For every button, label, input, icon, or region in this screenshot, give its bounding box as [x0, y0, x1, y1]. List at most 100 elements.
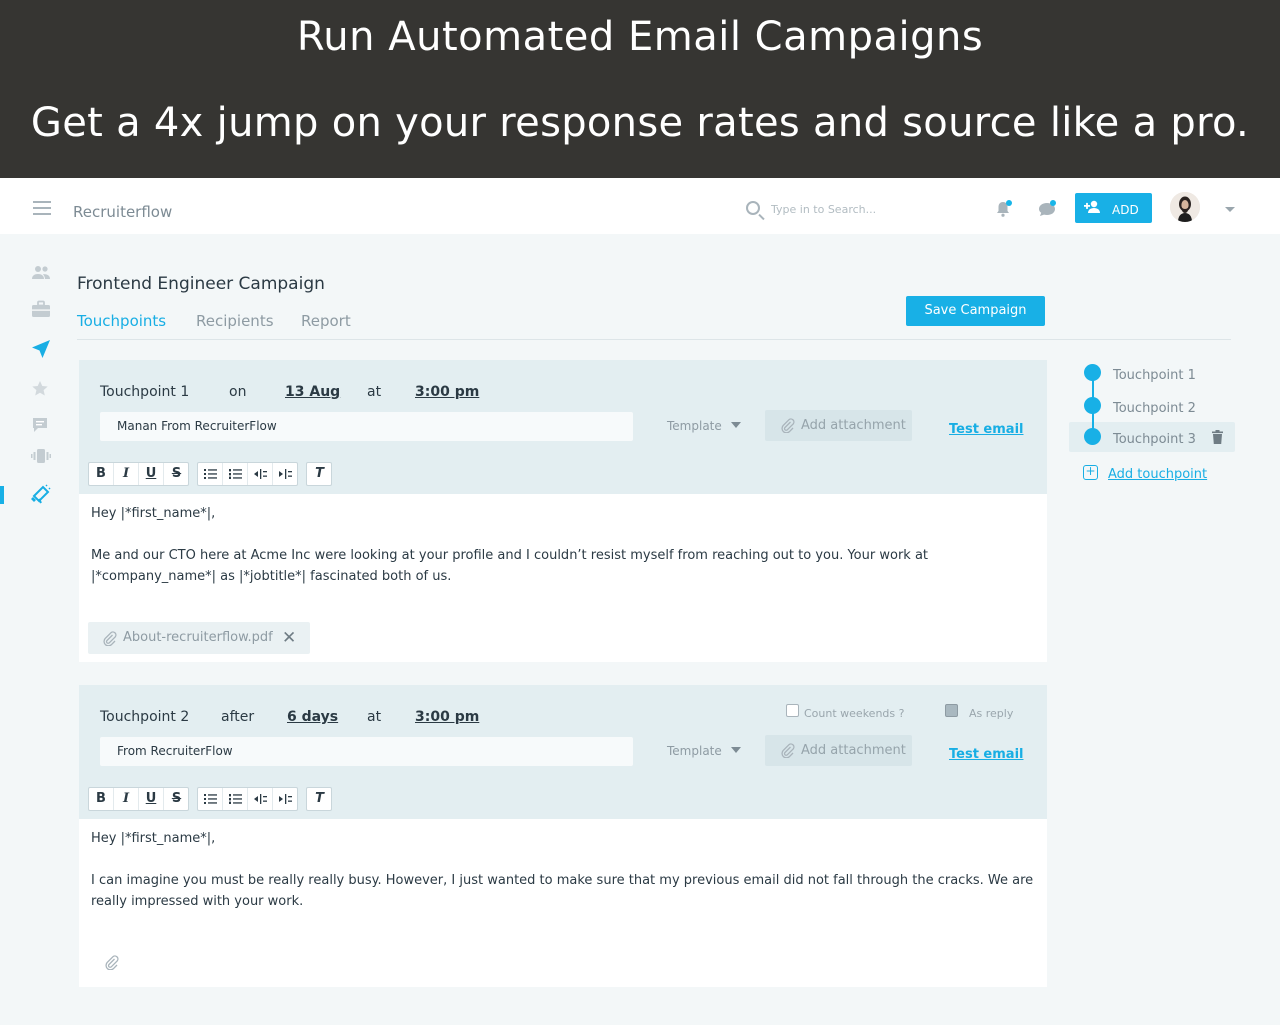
- at-label: at: [367, 709, 382, 725]
- search-box[interactable]: [746, 199, 946, 223]
- messages-icon[interactable]: [1037, 200, 1057, 218]
- tabs-divider: [77, 339, 1231, 340]
- add-button[interactable]: ADD: [1075, 193, 1152, 223]
- add-attachment-label: Add attachment: [801, 743, 906, 758]
- count-weekends-checkbox[interactable]: [786, 704, 799, 717]
- clear-format-group: T: [306, 787, 332, 811]
- hamburger-menu-icon[interactable]: [33, 201, 51, 215]
- schedule-date[interactable]: 13 Aug: [285, 384, 340, 400]
- vibrate-icon[interactable]: [31, 447, 51, 467]
- favorites-star-icon[interactable]: [31, 380, 51, 400]
- schedule-relation: after: [221, 709, 255, 725]
- indent-icon[interactable]: [273, 463, 298, 485]
- jobs-briefcase-icon[interactable]: [31, 300, 51, 320]
- search-input[interactable]: [771, 203, 941, 216]
- add-user-icon: [1084, 200, 1100, 213]
- user-avatar[interactable]: [1170, 192, 1200, 222]
- schedule-delay[interactable]: 6 days: [287, 709, 338, 725]
- italic-button[interactable]: I: [114, 463, 139, 485]
- template-dropdown[interactable]: Template: [667, 744, 722, 758]
- promo-banner: Run Automated Email Campaigns Get a 4x j…: [0, 0, 1280, 178]
- sender-field[interactable]: Manan From RecruiterFlow: [100, 412, 633, 441]
- numbered-list-icon[interactable]: [223, 788, 248, 810]
- candidates-icon[interactable]: [31, 264, 51, 284]
- italic-button[interactable]: I: [114, 788, 139, 810]
- test-email-link[interactable]: Test email: [949, 422, 1023, 437]
- tab-recipients[interactable]: Recipients: [196, 312, 274, 330]
- remove-attachment-icon[interactable]: ✕: [282, 622, 296, 654]
- paperclip-icon: [781, 418, 795, 433]
- strikethrough-button[interactable]: S: [164, 788, 189, 810]
- sender-field[interactable]: From RecruiterFlow: [100, 737, 633, 766]
- megaphone-icon[interactable]: [31, 484, 51, 504]
- numbered-list-icon[interactable]: [223, 463, 248, 485]
- test-email-link[interactable]: Test email: [949, 747, 1023, 762]
- template-dropdown[interactable]: Template: [667, 419, 722, 433]
- editor-toolbar: B I U S T: [79, 779, 1047, 819]
- add-attachment-button[interactable]: Add attachment: [765, 735, 912, 766]
- email-body[interactable]: Me and our CTO here at Acme Inc were loo…: [91, 545, 1041, 587]
- app-name[interactable]: Recruiterflow: [73, 203, 172, 221]
- schedule-relation: on: [229, 384, 247, 400]
- schedule-time[interactable]: 3:00 pm: [415, 384, 479, 400]
- add-attachment-button[interactable]: Add attachment: [765, 410, 912, 441]
- email-body[interactable]: I can imagine you must be really really …: [91, 870, 1041, 912]
- timeline-dot: [1084, 428, 1101, 445]
- template-caret-icon[interactable]: [731, 422, 741, 428]
- tab-touchpoints[interactable]: Touchpoints: [77, 312, 166, 330]
- campaigns-send-icon[interactable]: [31, 339, 51, 359]
- timeline-item-touchpoint-1[interactable]: Touchpoint 1: [1113, 368, 1196, 383]
- at-label: at: [367, 384, 382, 400]
- banner-headline: Run Automated Email Campaigns: [296, 14, 984, 60]
- underline-button[interactable]: U: [139, 788, 164, 810]
- bold-button[interactable]: B: [89, 788, 114, 810]
- outdent-icon[interactable]: [248, 788, 273, 810]
- banner-subheadline: Get a 4x jump on your response rates and…: [30, 100, 1250, 146]
- sidebar-active-indicator: [0, 486, 4, 504]
- count-weekends-label: Count weekends ?: [804, 707, 905, 720]
- attachment-chip: About-recruiterflow.pdf ✕: [88, 622, 310, 654]
- list-group: [197, 787, 298, 811]
- attachment-filename: About-recruiterflow.pdf: [123, 630, 273, 645]
- outdent-icon[interactable]: [248, 463, 273, 485]
- template-caret-icon[interactable]: [731, 747, 741, 753]
- add-button-label: ADD: [1112, 203, 1139, 217]
- bold-button[interactable]: B: [89, 463, 114, 485]
- timeline-item-touchpoint-2[interactable]: Touchpoint 2: [1113, 401, 1196, 416]
- list-group: [197, 462, 298, 486]
- indent-icon[interactable]: [273, 788, 298, 810]
- touchpoint-name: Touchpoint 2: [100, 709, 190, 725]
- timeline-dot: [1084, 364, 1101, 381]
- strikethrough-button[interactable]: S: [164, 463, 189, 485]
- notifications-bell-icon[interactable]: [994, 200, 1012, 218]
- clear-formatting-button[interactable]: T: [307, 463, 332, 485]
- search-icon: [746, 201, 760, 215]
- page-title: Frontend Engineer Campaign: [77, 274, 325, 294]
- bullet-list-icon[interactable]: [198, 463, 223, 485]
- as-reply-label: As reply: [969, 707, 1014, 720]
- touchpoint-name: Touchpoint 1: [100, 384, 190, 400]
- messages-sidebar-icon[interactable]: [31, 416, 51, 436]
- email-greeting[interactable]: Hey |*first_name*|,: [91, 503, 1041, 524]
- editor-toolbar: B I U S T: [79, 454, 1047, 494]
- email-greeting[interactable]: Hey |*first_name*|,: [91, 828, 1041, 849]
- account-dropdown-caret-icon[interactable]: [1225, 207, 1235, 212]
- as-reply-checkbox[interactable]: [945, 704, 958, 717]
- add-touchpoint-plus-icon[interactable]: +: [1083, 465, 1098, 480]
- attach-file-icon[interactable]: [105, 955, 119, 974]
- save-campaign-button[interactable]: Save Campaign: [906, 296, 1045, 326]
- tab-report[interactable]: Report: [301, 312, 351, 330]
- underline-button[interactable]: U: [139, 463, 164, 485]
- touchpoint-card-1: Touchpoint 1 on 13 Aug at 3:00 pm Manan …: [79, 360, 1047, 662]
- schedule-time[interactable]: 3:00 pm: [415, 709, 479, 725]
- clear-formatting-button[interactable]: T: [307, 788, 332, 810]
- touchpoint-card-2: Touchpoint 2 after 6 days at 3:00 pm Cou…: [79, 685, 1047, 987]
- timeline-dot: [1084, 397, 1101, 414]
- add-touchpoint-link[interactable]: Add touchpoint: [1108, 467, 1207, 482]
- format-group: B I U S: [88, 787, 189, 811]
- top-bar: Recruiterflow ADD: [0, 178, 1280, 234]
- timeline-item-touchpoint-3[interactable]: Touchpoint 3: [1113, 432, 1196, 447]
- paperclip-icon: [781, 743, 795, 758]
- delete-trash-icon[interactable]: [1212, 429, 1223, 448]
- bullet-list-icon[interactable]: [198, 788, 223, 810]
